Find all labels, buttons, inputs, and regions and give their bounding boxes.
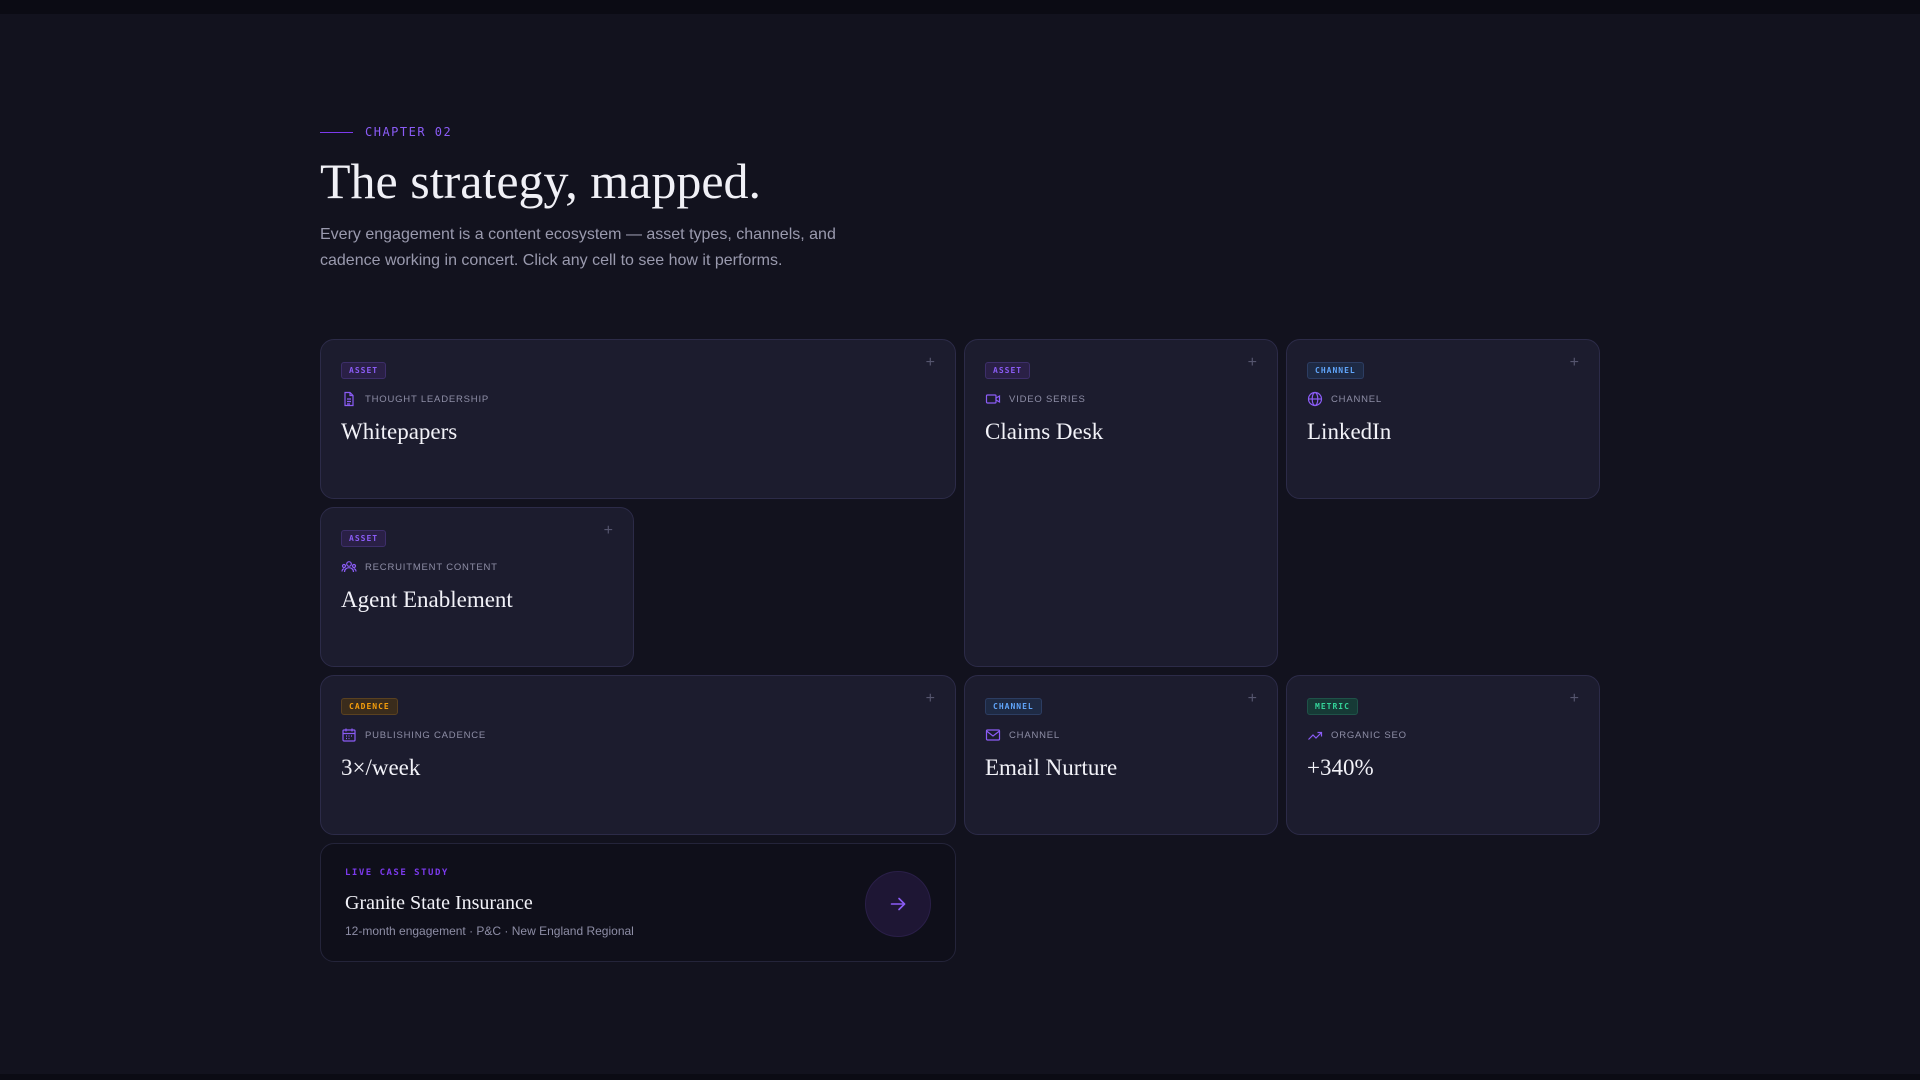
card-label: RECRUITMENT CONTENT (365, 561, 498, 573)
expand-plus-icon[interactable]: + (1570, 354, 1579, 372)
case-study-name: Granite State Insurance (345, 892, 533, 914)
badge-metric: METRIC (1307, 698, 1358, 715)
expand-plus-icon[interactable]: + (1248, 354, 1257, 372)
badge-asset: ASSET (341, 530, 387, 547)
card-label: THOUGHT LEADERSHIP (365, 393, 490, 405)
expand-plus-icon[interactable]: + (926, 354, 935, 372)
card-title: Email Nurture (985, 755, 1118, 780)
chapter-label: CHAPTER 02 (365, 125, 453, 139)
badge-asset: ASSET (985, 362, 1031, 379)
calendar-icon (342, 728, 356, 742)
mail-icon (985, 729, 1001, 741)
card-title: +340% (1307, 755, 1374, 780)
card-title: LinkedIn (1307, 419, 1392, 444)
expand-plus-icon[interactable]: + (1570, 690, 1579, 708)
card-organic-seo[interactable]: METRIC + ORGANIC SEO +340% (1286, 675, 1600, 835)
video-icon (985, 394, 1001, 404)
badge-asset: ASSET (341, 362, 387, 379)
trend-up-icon (1308, 731, 1323, 740)
bottom-bar (0, 1074, 1920, 1080)
card-linkedin[interactable]: CHANNEL + CHANNEL LinkedIn (1286, 339, 1600, 499)
chapter-eyebrow: CHAPTER 02 (320, 125, 452, 139)
document-icon (344, 391, 354, 407)
case-study-desc: 12-month engagement · P&C · New England … (345, 924, 634, 938)
card-publishing-cadence[interactable]: CADENCE + PUBLISHING CADENCE 3×/week (320, 675, 956, 835)
card-label: CHANNEL (1009, 729, 1060, 741)
card-title: 3×/week (341, 755, 421, 780)
badge-cadence: CADENCE (341, 698, 398, 715)
card-label: ORGANIC SEO (1331, 729, 1407, 741)
case-study-open-button[interactable] (865, 871, 931, 937)
page-title: The strategy, mapped. (320, 153, 762, 209)
card-email-nurture[interactable]: CHANNEL + CHANNEL Email Nurture (964, 675, 1278, 835)
card-label: CHANNEL (1331, 393, 1382, 405)
expand-plus-icon[interactable]: + (1248, 690, 1257, 708)
card-title: Claims Desk (985, 419, 1104, 444)
card-label: VIDEO SERIES (1009, 393, 1086, 405)
card-claims-desk[interactable]: ASSET + VIDEO SERIES Claims Desk (964, 339, 1278, 667)
case-study-eyebrow: LIVE CASE STUDY (345, 868, 449, 878)
card-agent-enablement[interactable]: ASSET + RECRUITMENT CONTENT Agent Enable… (320, 507, 634, 667)
card-title: Agent Enablement (341, 587, 513, 612)
card-title: Whitepapers (341, 419, 458, 444)
expand-plus-icon[interactable]: + (604, 522, 613, 540)
page-subtitle: Every engagement is a content ecosystem … (320, 226, 836, 269)
eyebrow-line (320, 131, 353, 133)
case-study-card[interactable]: LIVE CASE STUDY Granite State Insurance … (320, 843, 956, 962)
badge-channel: CHANNEL (1307, 362, 1364, 379)
badge-channel: CHANNEL (985, 698, 1042, 715)
expand-plus-icon[interactable]: + (926, 690, 935, 708)
arrow-right-icon (890, 897, 906, 911)
people-icon (341, 561, 357, 573)
top-bar (0, 0, 1920, 14)
globe-icon (1307, 391, 1323, 407)
card-whitepapers[interactable]: ASSET + THOUGHT LEADERSHIP Whitepapers (320, 339, 956, 499)
card-label: PUBLISHING CADENCE (365, 729, 487, 741)
